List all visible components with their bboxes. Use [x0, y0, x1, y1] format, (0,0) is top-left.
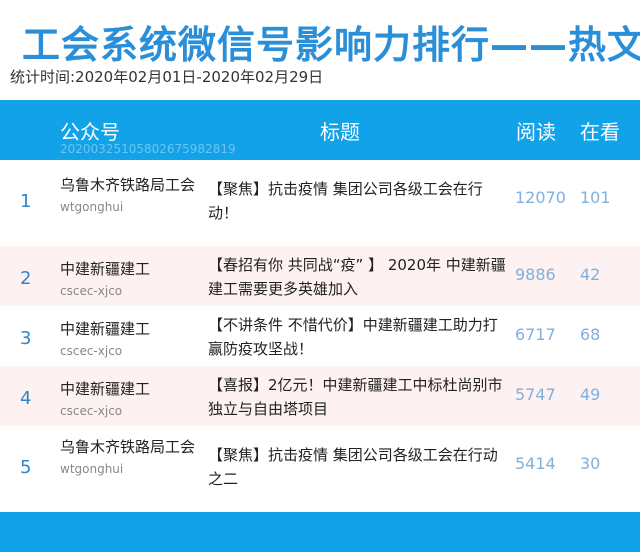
column-account: 公众号: [60, 120, 120, 144]
account-id: cscec-xjco: [60, 344, 123, 358]
account-name: 乌鲁木齐铁路局工会: [60, 176, 196, 194]
account-name: 中建新疆建工: [60, 320, 151, 338]
read-count: 12070: [515, 188, 566, 207]
article-title-link[interactable]: 【春招有你 共同战“疫” 】 2020年 中建新疆建工需要更多英雄加入: [208, 253, 508, 301]
account-cell: 乌鲁木齐铁路局工会 wtgonghui: [60, 436, 200, 478]
article-title-link[interactable]: 【喜报】2亿元！中建新疆建工中标杜尚别市独立与自由塔项目: [208, 373, 508, 421]
account-id: cscec-xjco: [60, 404, 123, 418]
table-row: 2 中建新疆建工 cscec-xjco 【春招有你 共同战“疫” 】 2020年…: [0, 246, 640, 306]
article-title-link[interactable]: 【聚焦】抗击疫情 集团公司各级工会在行动！: [208, 177, 508, 225]
table-header: 公众号 标题 阅读 在看 20200325105802675982819: [0, 100, 640, 160]
table-row: 1 乌鲁木齐铁路局工会 wtgonghui 【聚焦】抗击疫情 集团公司各级工会在…: [0, 160, 640, 246]
account-id: cscec-xjco: [60, 284, 123, 298]
date-range: 统计时间:2020年02月01日-2020年02月29日: [10, 68, 324, 86]
looking-count: 30: [580, 454, 601, 473]
read-count: 9886: [515, 265, 556, 284]
account-cell: 中建新疆建工 cscec-xjco: [60, 378, 200, 420]
account-cell: 中建新疆建工 cscec-xjco: [60, 318, 200, 360]
article-title-link[interactable]: 【聚焦】抗击疫情 集团公司各级工会在行动之二: [208, 443, 508, 491]
column-reads: 阅读: [516, 120, 556, 144]
column-title: 标题: [320, 120, 360, 144]
looking-count: 68: [580, 325, 601, 344]
column-looking: 在看: [580, 120, 620, 144]
rank-number: 4: [20, 388, 32, 409]
looking-count: 101: [580, 188, 611, 207]
footer-bar: [0, 512, 640, 552]
account-name: 中建新疆建工: [60, 260, 151, 278]
read-count: 6717: [515, 325, 556, 344]
rank-number: 5: [20, 457, 32, 478]
table-row: 5 乌鲁木齐铁路局工会 wtgonghui 【聚焦】抗击疫情 集团公司各级工会在…: [0, 426, 640, 512]
rank-number: 3: [20, 328, 32, 349]
account-cell: 中建新疆建工 cscec-xjco: [60, 258, 200, 300]
account-cell: 乌鲁木齐铁路局工会 wtgonghui: [60, 174, 200, 216]
rank-number: 1: [20, 191, 32, 212]
looking-count: 49: [580, 385, 601, 404]
table-row: 4 中建新疆建工 cscec-xjco 【喜报】2亿元！中建新疆建工中标杜尚别市…: [0, 366, 640, 426]
article-title-link[interactable]: 【不讲条件 不惜代价】中建新疆建工助力打赢防疫攻坚战！: [208, 313, 508, 361]
account-name: 乌鲁木齐铁路局工会: [60, 438, 196, 456]
looking-count: 42: [580, 265, 601, 284]
account-name: 中建新疆建工: [60, 380, 151, 398]
table-row: 3 中建新疆建工 cscec-xjco 【不讲条件 不惜代价】中建新疆建工助力打…: [0, 306, 640, 366]
page-title: 工会系统微信号影响力排行——热文: [22, 23, 640, 67]
account-id: wtgonghui: [60, 200, 124, 214]
read-count: 5747: [515, 385, 556, 404]
report-id: 20200325105802675982819: [60, 142, 236, 156]
read-count: 5414: [515, 454, 556, 473]
rank-number: 2: [20, 268, 32, 289]
account-id: wtgonghui: [60, 462, 124, 476]
